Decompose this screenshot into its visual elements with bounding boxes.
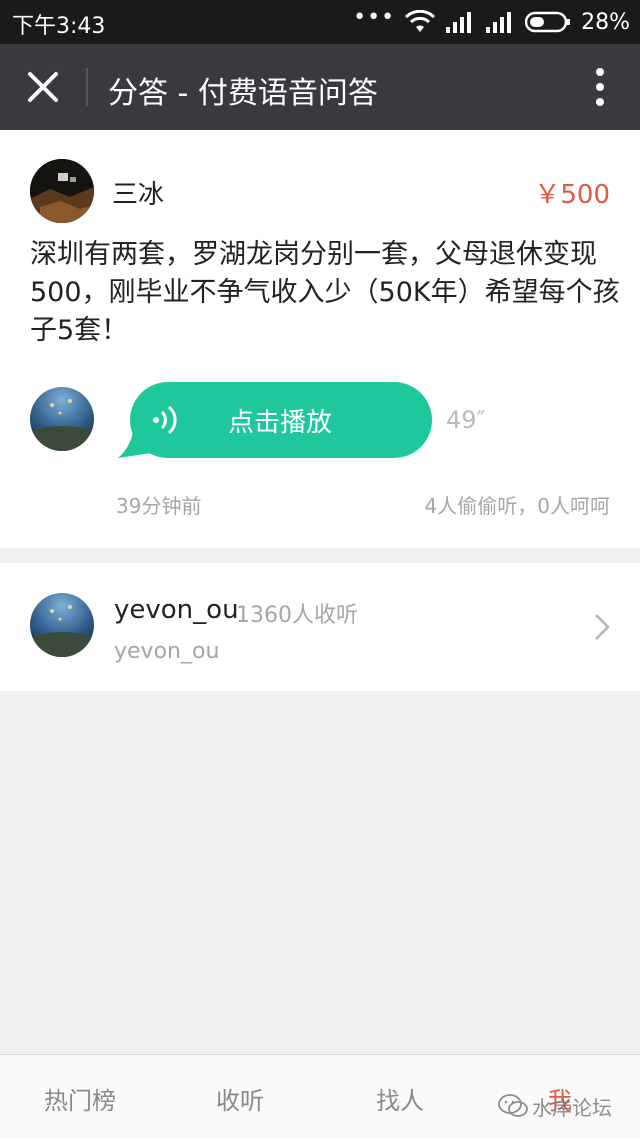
status-bar: 下午3:43 ••• 28% — [0, 0, 640, 44]
watermark-text: 水岸论坛 — [532, 1095, 612, 1120]
avatar-image — [30, 593, 94, 657]
voice-duration: 49″ — [446, 406, 486, 434]
watermark: 水岸论坛 — [498, 1086, 612, 1126]
notification-dots: ••• — [353, 5, 396, 30]
nav-hot-list[interactable]: 热门榜 — [44, 1081, 116, 1116]
answerer-name: yevon_ou — [114, 595, 239, 625]
wechat-icon — [498, 1094, 528, 1117]
answerer-avatar[interactable] — [30, 387, 94, 451]
question-card: 三冰 ￥500 深圳有两套，罗湖龙岗分别一套，父母退休变现500，刚毕业不争气收… — [0, 130, 640, 548]
status-indicators: ••• 28% — [353, 6, 630, 38]
nav-listen[interactable]: 收听 — [216, 1081, 264, 1116]
more-menu-button[interactable] — [582, 64, 618, 110]
signal-icon — [446, 12, 472, 33]
timestamp: 39分钟前 — [116, 494, 202, 518]
listen-stats: 4人偷偷听，0人呵呵 — [424, 494, 610, 518]
wifi-icon — [405, 10, 436, 32]
signal-icon — [486, 12, 512, 33]
title-bar: 分答 - 付费语音问答 — [0, 44, 640, 130]
nav-find-people[interactable]: 找人 — [376, 1081, 424, 1116]
close-button[interactable] — [18, 62, 68, 112]
sound-wave-icon — [153, 405, 177, 435]
asker-avatar[interactable] — [30, 159, 94, 223]
avatar-image — [30, 387, 94, 451]
answerer-subtitle: yevon_ou — [114, 639, 220, 664]
avatar-image — [30, 159, 94, 223]
more-vertical-icon — [596, 68, 604, 106]
asker-name[interactable]: 三冰 — [112, 174, 164, 211]
battery-percent: 28% — [581, 9, 630, 35]
answerer-profile-avatar[interactable] — [30, 593, 94, 657]
title-divider — [86, 68, 88, 106]
listener-count: 1360人收听 — [236, 603, 358, 628]
status-time: 下午3:43 — [12, 14, 106, 39]
battery-icon — [525, 11, 571, 33]
answerer-profile-row[interactable]: yevon_ou 1360人收听 yevon_ou — [0, 563, 640, 691]
chevron-right-icon — [595, 614, 610, 640]
play-label[interactable]: 点击播放 — [228, 402, 332, 439]
close-icon — [28, 72, 58, 102]
price-label: ￥500 — [534, 180, 610, 210]
question-text: 深圳有两套，罗湖龙岗分别一套，父母退休变现500，刚毕业不争气收入少（50K年）… — [30, 239, 620, 346]
page-title: 分答 - 付费语音问答 — [108, 76, 378, 111]
